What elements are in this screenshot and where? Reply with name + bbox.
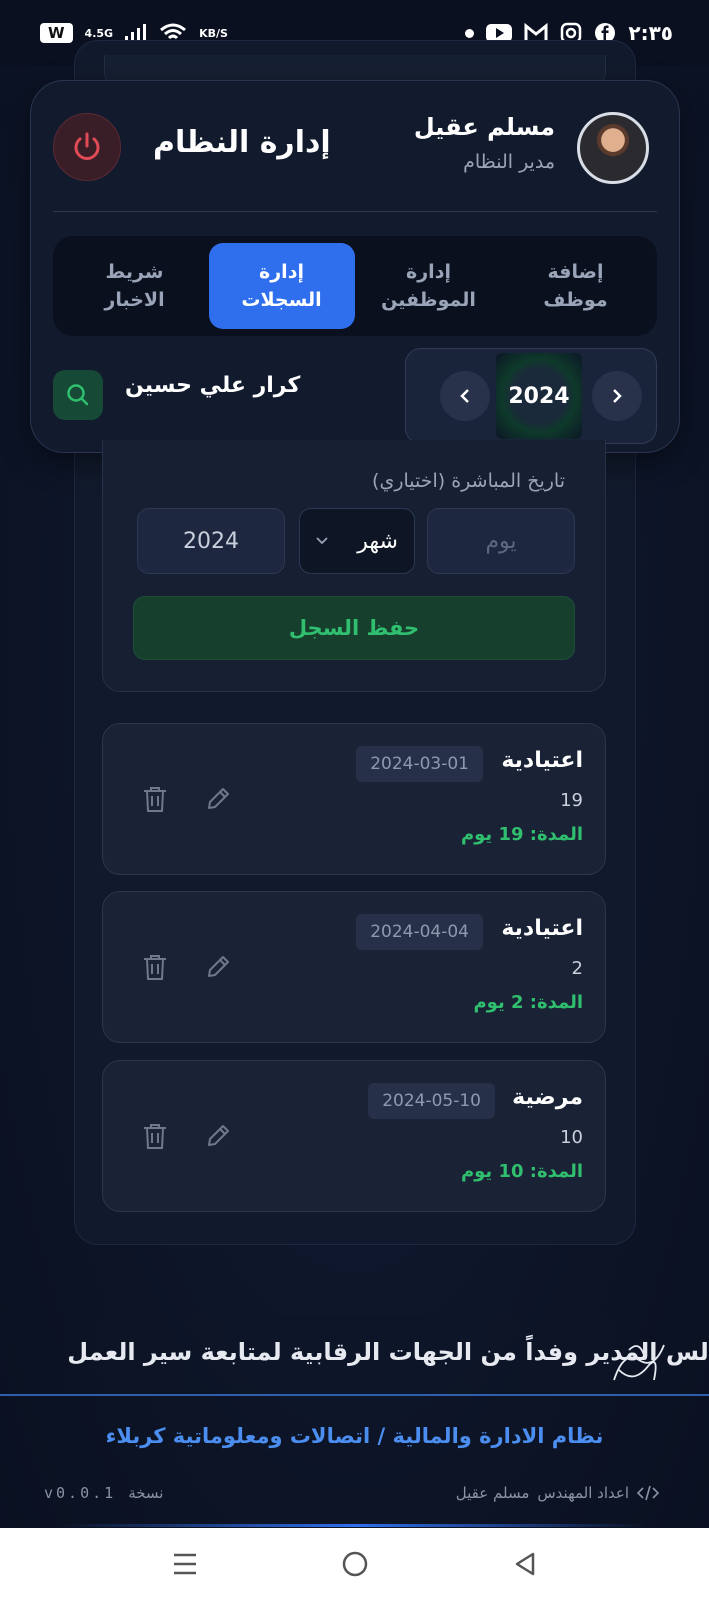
clock: ٢:٣٥	[628, 21, 673, 45]
logout-button[interactable]	[53, 113, 121, 181]
record-type: اعتيادية	[501, 916, 583, 941]
power-icon	[74, 132, 100, 160]
delete-icon[interactable]	[141, 952, 169, 982]
record-card: اعتيادية 2024-03-01 19 المدة: 19 يوم	[102, 723, 606, 875]
tab-manage-records[interactable]: إدارة السجلات	[208, 243, 355, 329]
edit-icon[interactable]	[203, 1121, 233, 1151]
footer-glow-line	[60, 1524, 649, 1527]
record-days: 2	[571, 958, 583, 979]
version-number: v0.0.1	[44, 1484, 117, 1502]
avatar[interactable]	[577, 112, 649, 184]
year-selector: 2024	[405, 348, 657, 444]
app-badge: W	[40, 23, 73, 43]
signature-logo	[613, 1344, 665, 1381]
credit-name: مسلم عقيل	[455, 1484, 530, 1502]
chevron-left-icon	[460, 389, 469, 403]
tab-add-employee[interactable]: إضافة موظف	[503, 243, 649, 329]
day-input[interactable]: يوم	[427, 508, 575, 574]
record-duration: المدة: 2 يوم	[473, 992, 583, 1013]
user-name: مسلم عقيل	[413, 113, 555, 141]
month-select[interactable]: شهر	[299, 508, 415, 574]
record-days: 19	[560, 790, 583, 811]
footer-version: v0.0.1 نسخة	[44, 1484, 163, 1502]
version-label: نسخة	[128, 1484, 164, 1502]
edit-icon[interactable]	[203, 952, 233, 982]
code-icon	[637, 1485, 659, 1501]
header-card: مسلم عقيل مدير النظام إدارة النظام إضافة…	[30, 80, 680, 453]
delete-icon[interactable]	[141, 784, 169, 814]
user-role: مدير النظام	[463, 151, 555, 173]
page-title: إدارة النظام	[153, 125, 331, 160]
start-date-label: تاريخ المباشرة (اختياري)	[372, 470, 565, 492]
tab-manage-employees[interactable]: إدارة الموظفين	[356, 243, 502, 329]
tab-bar: إضافة موظف إدارة الموظفين إدارة السجلات …	[53, 236, 657, 336]
edit-icon[interactable]	[203, 784, 233, 814]
record-duration: المدة: 10 يوم	[460, 1161, 583, 1182]
tab-news-ticker[interactable]: شريط الاخبار	[62, 243, 208, 329]
year-prev-button[interactable]	[440, 371, 490, 421]
delete-icon[interactable]	[141, 1121, 169, 1151]
record-duration: المدة: 19 يوم	[460, 824, 583, 845]
year-input[interactable]: 2024	[137, 508, 285, 574]
system-nav-bar	[0, 1528, 709, 1600]
year-next-button[interactable]	[592, 371, 642, 421]
search-icon	[67, 384, 89, 406]
record-type: مرضية	[512, 1085, 583, 1110]
back-icon[interactable]	[513, 1551, 537, 1577]
credit-prefix: اعداد المهندس	[537, 1484, 629, 1502]
record-card: مرضية 2024-05-10 10 المدة: 10 يوم	[102, 1060, 606, 1212]
record-form: تاريخ المباشرة (اختياري) يوم شهر 2024 حف…	[102, 440, 606, 692]
record-card: اعتيادية 2024-04-04 2 المدة: 2 يوم	[102, 891, 606, 1043]
footer-title: نظام الادارة والمالية / اتصالات ومعلومات…	[105, 1424, 604, 1448]
chevron-right-icon	[613, 389, 622, 403]
home-icon[interactable]	[341, 1550, 369, 1578]
notification-dot-icon	[465, 28, 475, 38]
network-indicator: 4.5G	[84, 26, 114, 40]
footer-credit: اعداد المهندس مسلم عقيل	[456, 1484, 659, 1502]
year-display: 2024	[496, 353, 582, 439]
record-type: اعتيادية	[501, 748, 583, 773]
data-speed-unit: KB/S	[199, 26, 228, 40]
month-select-value: شهر	[357, 528, 398, 554]
recent-apps-icon[interactable]	[172, 1551, 198, 1577]
news-ticker: الس المدير وفداً من الجهات الرقابية لمتا…	[0, 1316, 709, 1396]
search-button[interactable]	[53, 370, 103, 420]
chevron-down-icon	[316, 537, 328, 545]
save-record-button[interactable]: حفظ السجل	[133, 596, 575, 660]
record-days: 10	[560, 1127, 583, 1148]
record-date: 2024-04-04	[356, 914, 483, 950]
header-divider	[53, 211, 657, 212]
selected-employee-name: كرار علي حسين	[125, 373, 301, 398]
record-date: 2024-05-10	[368, 1083, 495, 1119]
record-date: 2024-03-01	[356, 746, 483, 782]
